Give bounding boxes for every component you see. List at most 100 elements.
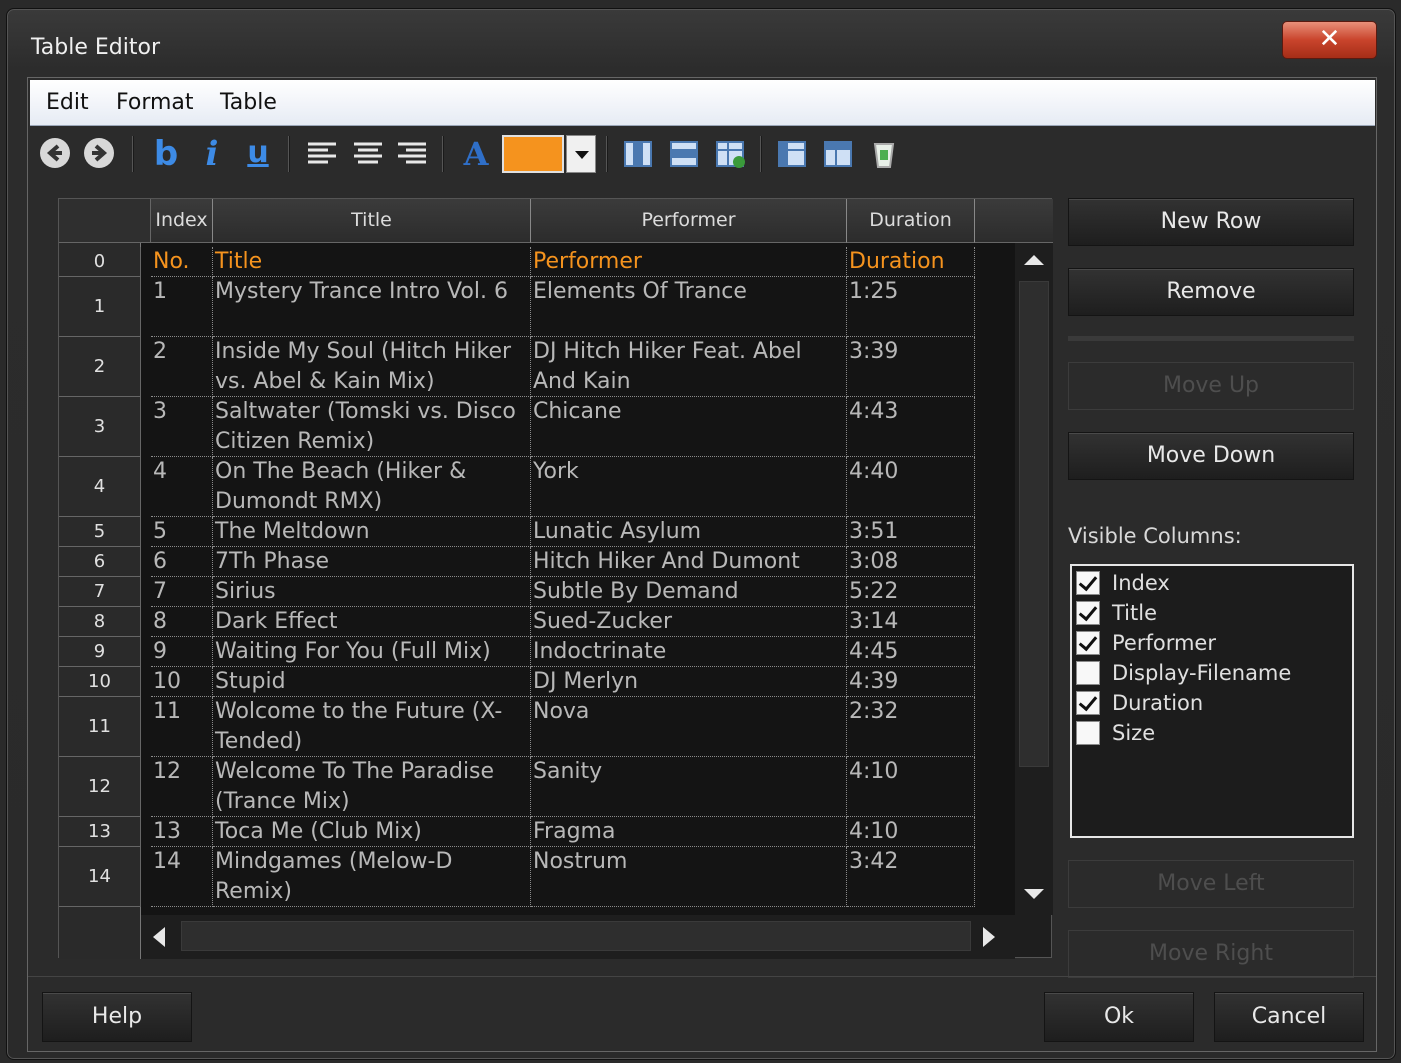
table-cell[interactable]: 3:39 [847, 337, 975, 397]
column-header-index[interactable]: Index [151, 199, 213, 243]
table-cell[interactable]: Mystery Trance Intro Vol. 6 [213, 277, 531, 337]
table-cell[interactable]: Hitch Hiker And Dumont [531, 547, 847, 577]
scroll-left-arrow-icon[interactable] [153, 927, 165, 947]
row-header[interactable]: 11 [59, 697, 141, 757]
table-cell[interactable]: 7Th Phase [213, 547, 531, 577]
table-cell[interactable]: Inside My Soul (Hitch Hiker vs. Abel & K… [213, 337, 531, 397]
table-cell[interactable]: Nostrum [531, 847, 847, 907]
table-cell[interactable]: 4:10 [847, 757, 975, 817]
row-header[interactable]: 5 [59, 517, 141, 547]
row-header[interactable]: 12 [59, 757, 141, 817]
column-header-performer[interactable]: Performer [531, 199, 847, 243]
horizontal-scrollbar[interactable] [141, 915, 1015, 959]
table-cell[interactable]: Saltwater (Tomski vs. Disco Citizen Remi… [213, 397, 531, 457]
color-swatch[interactable] [502, 135, 564, 173]
move-up-button[interactable]: Move Up [1068, 362, 1354, 410]
table-cell[interactable]: Subtle By Demand [531, 577, 847, 607]
table-cell[interactable]: Sirius [213, 577, 531, 607]
checkbox[interactable] [1076, 601, 1100, 625]
menu-table[interactable]: Table [220, 90, 277, 115]
table-cell[interactable]: Sued-Zucker [531, 607, 847, 637]
table-cell[interactable]: 4:10 [847, 817, 975, 847]
table-cell[interactable]: Chicane [531, 397, 847, 457]
align-left-icon[interactable] [304, 136, 340, 172]
horizontal-scroll-thumb[interactable] [181, 921, 971, 951]
ok-button[interactable]: Ok [1044, 992, 1194, 1042]
delete-icon[interactable] [866, 136, 902, 172]
checkbox[interactable] [1076, 721, 1100, 745]
table-cell[interactable]: Indoctrinate [531, 637, 847, 667]
table-cell[interactable]: 4:43 [847, 397, 975, 457]
header-row-cell[interactable]: Performer [531, 247, 847, 277]
row-header[interactable]: 3 [59, 397, 141, 457]
back-arrow-icon[interactable] [40, 138, 70, 168]
scroll-up-arrow-icon[interactable] [1024, 255, 1044, 265]
table-cell[interactable]: 3:14 [847, 607, 975, 637]
table-cell[interactable]: Welcome To The Paradise (Trance Mix) [213, 757, 531, 817]
table-cell[interactable]: 2:32 [847, 697, 975, 757]
new-row-button[interactable]: New Row [1068, 198, 1354, 246]
scroll-right-arrow-icon[interactable] [983, 927, 995, 947]
table-cell[interactable]: 12 [151, 757, 213, 817]
table-cell[interactable]: DJ Hitch Hiker Feat. Abel And Kain [531, 337, 847, 397]
vertical-scrollbar[interactable] [1015, 243, 1053, 915]
table-cell[interactable]: Lunatic Asylum [531, 517, 847, 547]
checkbox[interactable] [1076, 661, 1100, 685]
header-row-cell[interactable]: Duration [847, 247, 975, 277]
row-header[interactable]: 14 [59, 847, 141, 907]
table-cell[interactable]: 14 [151, 847, 213, 907]
row-header[interactable]: 2 [59, 337, 141, 397]
visible-column-option[interactable]: Size [1076, 718, 1155, 748]
vertical-scroll-thumb[interactable] [1019, 281, 1049, 767]
table-cell[interactable]: The Meltdown [213, 517, 531, 547]
column-header-title[interactable]: Title [213, 199, 531, 243]
table-cell[interactable]: York [531, 457, 847, 517]
table-cell[interactable]: DJ Merlyn [531, 667, 847, 697]
remove-button[interactable]: Remove [1068, 268, 1354, 316]
table-cell[interactable]: 3:08 [847, 547, 975, 577]
table-cell[interactable]: 5 [151, 517, 213, 547]
underline-icon[interactable]: u [240, 136, 276, 172]
row-header[interactable]: 10 [59, 667, 141, 697]
move-left-button[interactable]: Move Left [1068, 860, 1354, 908]
table-cell[interactable]: Dark Effect [213, 607, 531, 637]
table-cell[interactable]: 3:51 [847, 517, 975, 547]
table-cell[interactable]: 9 [151, 637, 213, 667]
color-dropdown-button[interactable] [566, 135, 596, 173]
italic-icon[interactable]: i [194, 136, 230, 172]
table-cell[interactable]: 4:39 [847, 667, 975, 697]
table-cell[interactable]: Elements Of Trance [531, 277, 847, 337]
table-cell[interactable]: 13 [151, 817, 213, 847]
table-cell[interactable]: 3 [151, 397, 213, 457]
table-cell[interactable]: 1 [151, 277, 213, 337]
close-button[interactable]: ✕ [1282, 21, 1377, 59]
insert-column-icon[interactable] [620, 136, 656, 172]
font-color-icon[interactable]: A [458, 136, 494, 172]
visible-column-option[interactable]: Title [1076, 598, 1157, 628]
row-header[interactable]: 7 [59, 577, 141, 607]
forward-arrow-icon[interactable] [84, 138, 114, 168]
checkbox[interactable] [1076, 631, 1100, 655]
visible-column-option[interactable]: Index [1076, 568, 1170, 598]
row-header[interactable]: 1 [59, 277, 141, 337]
row-header[interactable]: 8 [59, 607, 141, 637]
align-center-icon[interactable] [350, 136, 386, 172]
table-cell[interactable]: 1:25 [847, 277, 975, 337]
table-cell[interactable]: 6 [151, 547, 213, 577]
checkbox[interactable] [1076, 691, 1100, 715]
column-header-duration[interactable]: Duration [847, 199, 975, 243]
table-cell[interactable]: 3:42 [847, 847, 975, 907]
move-down-button[interactable]: Move Down [1068, 432, 1354, 480]
table-cell[interactable]: Sanity [531, 757, 847, 817]
cancel-button[interactable]: Cancel [1214, 992, 1364, 1042]
grid-data-area[interactable]: No. Title Performer Duration 1 Mystery Trance… [141, 243, 1015, 915]
insert-row-icon[interactable] [666, 136, 702, 172]
table-cell[interactable]: Fragma [531, 817, 847, 847]
add-table-icon[interactable] [712, 136, 748, 172]
table-cell[interactable]: 4:45 [847, 637, 975, 667]
menu-edit[interactable]: Edit [46, 90, 89, 115]
table-cell[interactable]: 10 [151, 667, 213, 697]
table-cell[interactable]: Waiting For You (Full Mix) [213, 637, 531, 667]
row-header[interactable]: 4 [59, 457, 141, 517]
table-cell[interactable]: 4:40 [847, 457, 975, 517]
